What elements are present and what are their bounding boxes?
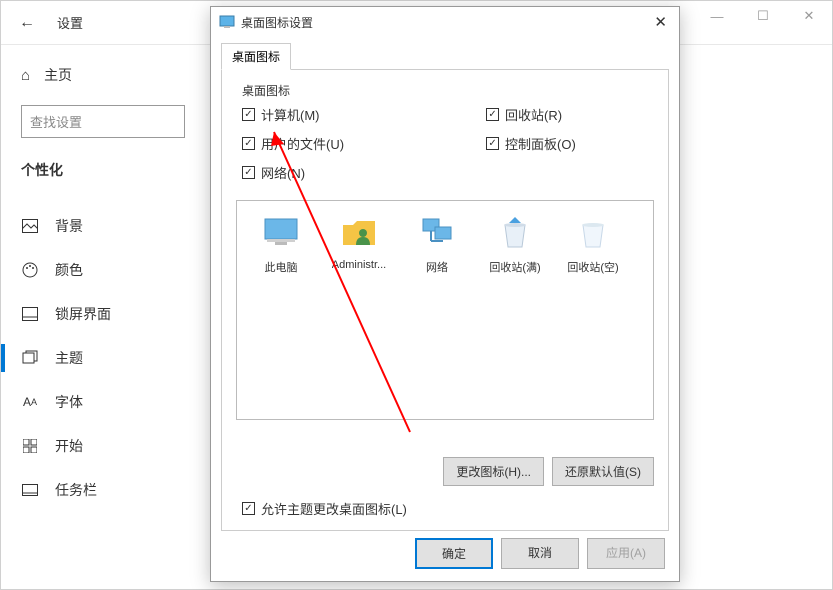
checkbox-controlpanel[interactable]: ✓控制面板(O) [486,134,576,153]
nav-label: 主题 [55,348,83,368]
icon-cell-thispc[interactable]: 此电脑 [245,213,317,275]
recycle-full-icon [495,213,535,253]
checkbox-recyclebin[interactable]: ✓回收站(R) [486,105,576,124]
nav-label: 背景 [55,216,83,236]
checkbox-label: 回收站(R) [505,105,562,124]
checkbox-label: 计算机(M) [261,105,320,124]
dialog-close-button[interactable]: ✕ [631,13,671,31]
apply-button[interactable]: 应用(A) [587,538,665,569]
icon-caption: 回收站(满) [489,259,540,275]
lockscreen-icon [21,307,39,321]
checkbox-userfiles[interactable]: ✓用户的文件(U) [242,134,344,153]
checkbox-label: 允许主题更改桌面图标(L) [261,499,407,518]
dialog-icon [219,14,235,30]
sidebar-item-lockscreen[interactable]: 锁屏界面 [21,292,201,336]
dialog-titlebar: 桌面图标设置 ✕ [211,7,679,37]
close-button[interactable]: ✕ [786,1,832,31]
settings-title: 设置 [57,13,83,32]
nav-label: 字体 [55,392,83,412]
ok-button[interactable]: 确定 [415,538,493,569]
sidebar-item-start[interactable]: 开始 [21,424,201,468]
preview-buttons: 更改图标(H)... 还原默认值(S) [443,457,654,486]
taskbar-icon [21,484,39,496]
sidebar-item-background[interactable]: 背景 [21,204,201,248]
icon-caption: Administr... [332,259,386,271]
folder-user-icon [339,213,379,253]
tab-desktop-icons[interactable]: 桌面图标 [221,43,291,70]
checkbox-label: 控制面板(O) [505,134,576,153]
checkbox-label: 网络(N) [261,163,305,182]
nav-label: 锁屏界面 [55,304,111,324]
minimize-button[interactable]: — [694,1,740,31]
search-input[interactable]: 查找设置 [21,105,185,138]
fonts-icon: AA [21,395,39,409]
picture-icon [21,219,39,233]
checkbox-network[interactable]: ✓网络(N) [242,163,344,182]
icon-preview-panel: 此电脑 Administr... 网络 [236,200,654,420]
icon-cell-recycle-full[interactable]: 回收站(满) [479,213,551,275]
nav-label: 开始 [55,436,83,456]
sidebar-item-home[interactable]: ⌂ 主页 [21,65,201,85]
change-icon-button[interactable]: 更改图标(H)... [443,457,544,486]
checkbox-computer[interactable]: ✓计算机(M) [242,105,344,124]
dialog-buttons: 确定 取消 应用(A) [415,538,665,569]
checkbox-grid: ✓计算机(M) ✓用户的文件(U) ✓网络(N) ✓回收站(R) ✓控制面板(O… [242,105,654,182]
home-icon: ⌂ [21,67,30,84]
themes-icon [21,350,39,366]
sidebar: ⌂ 主页 查找设置 个性化 背景 颜色 锁屏界面 [1,45,201,512]
home-label: 主页 [44,65,72,85]
start-icon [21,439,39,453]
icon-caption: 回收站(空) [567,259,618,275]
sidebar-item-colors[interactable]: 颜色 [21,248,201,292]
sidebar-item-themes[interactable]: 主题 [21,336,201,380]
desktop-icon-dialog: 桌面图标设置 ✕ 桌面图标 桌面图标 ✓计算机(M) ✓用户的文件(U) ✓网络… [210,6,680,582]
nav-label: 任务栏 [55,480,97,500]
restore-defaults-button[interactable]: 还原默认值(S) [552,457,654,486]
sidebar-item-fonts[interactable]: AA 字体 [21,380,201,424]
back-icon[interactable]: ← [19,14,35,32]
icon-cell-recycle-empty[interactable]: 回收站(空) [557,213,629,275]
section-title: 个性化 [21,160,201,180]
computer-icon [261,213,301,253]
icon-cell-network[interactable]: 网络 [401,213,473,275]
checkbox-label: 用户的文件(U) [261,134,344,153]
icon-caption: 此电脑 [265,259,298,275]
checkbox-allow-theme[interactable]: ✓允许主题更改桌面图标(L) [242,499,407,518]
palette-icon [21,262,39,278]
nav-label: 颜色 [55,260,83,280]
cancel-button[interactable]: 取消 [501,538,579,569]
network-icon [417,213,457,253]
dialog-tabs: 桌面图标 桌面图标 ✓计算机(M) ✓用户的文件(U) ✓网络(N) ✓回收站(… [211,37,679,531]
recycle-empty-icon [573,213,613,253]
tab-panel: 桌面图标 ✓计算机(M) ✓用户的文件(U) ✓网络(N) ✓回收站(R) ✓控… [221,69,669,531]
window-controls: — ☐ ✕ [694,1,832,31]
dialog-title: 桌面图标设置 [241,14,631,31]
maximize-button[interactable]: ☐ [740,1,786,31]
icon-caption: 网络 [426,259,448,275]
sidebar-item-taskbar[interactable]: 任务栏 [21,468,201,512]
group-label: 桌面图标 [242,82,654,99]
icon-cell-admin[interactable]: Administr... [323,213,395,275]
